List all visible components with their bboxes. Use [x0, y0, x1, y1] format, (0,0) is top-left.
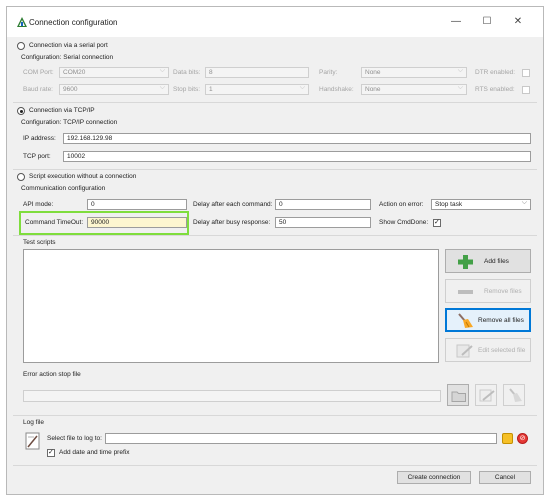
rts-label: RTS enabled: — [475, 86, 515, 93]
data-bits-field[interactable]: 8 — [205, 67, 309, 78]
minus-icon — [458, 290, 473, 294]
ip-address-input[interactable]: 192.168.129.98 — [63, 133, 531, 144]
show-cmd-done-label: Show CmdDone: — [379, 219, 429, 226]
add-files-label: Add files — [484, 258, 509, 265]
log-file-label: Log file — [23, 419, 44, 426]
date-prefix-checkbox[interactable] — [47, 448, 55, 457]
browse-folder-button[interactable] — [447, 384, 469, 406]
tcp-port-value: 10002 — [67, 153, 86, 160]
delay-command-input[interactable]: 0 — [275, 199, 371, 210]
ip-address-label: IP address: — [23, 135, 56, 142]
timeout-highlight — [19, 211, 189, 235]
data-bits-value: 8 — [209, 69, 213, 76]
script-radio[interactable] — [17, 173, 25, 181]
delay-busy-label: Delay after busy response: — [193, 219, 271, 226]
log-file-input[interactable] — [105, 433, 497, 444]
test-scripts-label: Test scripts — [23, 239, 56, 246]
maximize-icon[interactable]: ☐ — [474, 13, 500, 31]
action-error-value: Stop task — [435, 201, 463, 208]
edit-icon — [479, 389, 495, 402]
stop-bits-select[interactable]: 1 — [205, 84, 309, 95]
close-icon[interactable]: ✕ — [505, 13, 531, 31]
broom-icon — [509, 388, 522, 402]
serial-config-label: Configuration: Serial connection — [21, 54, 114, 61]
stop-bits-value: 1 — [209, 86, 213, 93]
delay-command-label: Delay after each command: — [193, 201, 273, 208]
serial-radio-label: Connection via a serial port — [29, 42, 108, 49]
baud-rate-label: Baud rate: — [23, 86, 53, 93]
edit-icon — [456, 344, 473, 358]
action-error-select[interactable]: Stop task — [431, 199, 531, 210]
select-log-file-label: Select file to log to: — [47, 435, 102, 442]
remove-all-files-button[interactable]: Remove all files — [445, 308, 531, 332]
edit-selected-file-label: Edit selected file — [478, 347, 526, 354]
delay-busy-value: 50 — [279, 219, 287, 226]
dtr-checkbox[interactable] — [522, 69, 530, 77]
serial-radio[interactable] — [17, 42, 25, 50]
clear-stop-file-button[interactable] — [503, 384, 525, 406]
test-scripts-list[interactable] — [23, 249, 439, 363]
title-bar: Connection configuration — ☐ ✕ — [7, 7, 543, 37]
baud-rate-value: 9600 — [63, 86, 78, 93]
api-mode-value: 0 — [91, 201, 95, 208]
plus-icon — [458, 255, 473, 269]
handshake-label: Handshake: — [319, 86, 354, 93]
rts-checkbox[interactable] — [522, 86, 530, 94]
minimize-icon[interactable]: — — [443, 13, 469, 31]
comm-config-label: Communication configuration — [21, 185, 106, 192]
remove-all-files-label: Remove all files — [478, 317, 524, 324]
stop-bits-label: Stop bits: — [173, 86, 201, 93]
parity-label: Parity: — [319, 69, 338, 76]
divider — [13, 102, 537, 103]
data-bits-label: Data bits: — [173, 69, 201, 76]
tcp-port-input[interactable]: 10002 — [63, 151, 531, 162]
parity-select[interactable]: None — [361, 67, 467, 78]
dtr-label: DTR enabled: — [475, 69, 516, 76]
divider — [13, 465, 537, 466]
api-mode-label: API mode: — [23, 201, 54, 208]
add-files-button[interactable]: Add files — [445, 249, 531, 273]
tcp-config-label: Configuration: TCP/IP connection — [21, 119, 118, 126]
ip-address-value: 192.168.129.98 — [67, 135, 113, 142]
api-mode-input[interactable]: 0 — [87, 199, 187, 210]
com-port-value: COM20 — [63, 69, 86, 76]
app-logo-icon — [17, 17, 27, 27]
com-port-select[interactable]: COM20 — [59, 67, 169, 78]
error-stop-label: Error action stop file — [23, 371, 81, 378]
script-radio-label: Script execution without a connection — [29, 173, 137, 180]
action-error-label: Action on error: — [379, 201, 424, 208]
parity-value: None — [365, 69, 381, 76]
remove-files-button[interactable]: Remove files — [445, 279, 531, 303]
log-file-icon — [25, 432, 40, 450]
divider — [13, 415, 537, 416]
tcp-port-label: TCP port: — [23, 153, 51, 160]
remove-files-label: Remove files — [484, 288, 522, 295]
edit-selected-file-button[interactable]: Edit selected file — [445, 338, 531, 362]
delay-command-value: 0 — [279, 201, 283, 208]
divider — [13, 169, 537, 170]
divider — [13, 235, 537, 236]
handshake-select[interactable]: None — [361, 84, 467, 95]
folder-icon — [451, 391, 466, 402]
cancel-button[interactable]: Cancel — [479, 471, 531, 484]
tcp-radio[interactable] — [17, 107, 25, 115]
window-title: Connection configuration — [29, 18, 118, 27]
create-connection-button[interactable]: Create connection — [397, 471, 471, 484]
clear-log-icon[interactable]: ⊘ — [517, 433, 528, 444]
error-stop-file-input[interactable] — [23, 390, 441, 402]
show-cmd-done-checkbox[interactable] — [433, 218, 441, 227]
handshake-value: None — [365, 86, 381, 93]
broom-icon — [458, 313, 473, 328]
com-port-label: COM Port: — [23, 69, 54, 76]
baud-rate-select[interactable]: 9600 — [59, 84, 169, 95]
edit-stop-file-button[interactable] — [475, 384, 497, 406]
tcp-radio-label: Connection via TCP/IP — [29, 107, 95, 114]
date-prefix-label: Add date and time prefix — [59, 449, 130, 456]
connection-config-window: Connection configuration — ☐ ✕ Connectio… — [6, 6, 544, 495]
open-log-folder-icon[interactable] — [502, 433, 513, 444]
delay-busy-input[interactable]: 50 — [275, 217, 371, 228]
